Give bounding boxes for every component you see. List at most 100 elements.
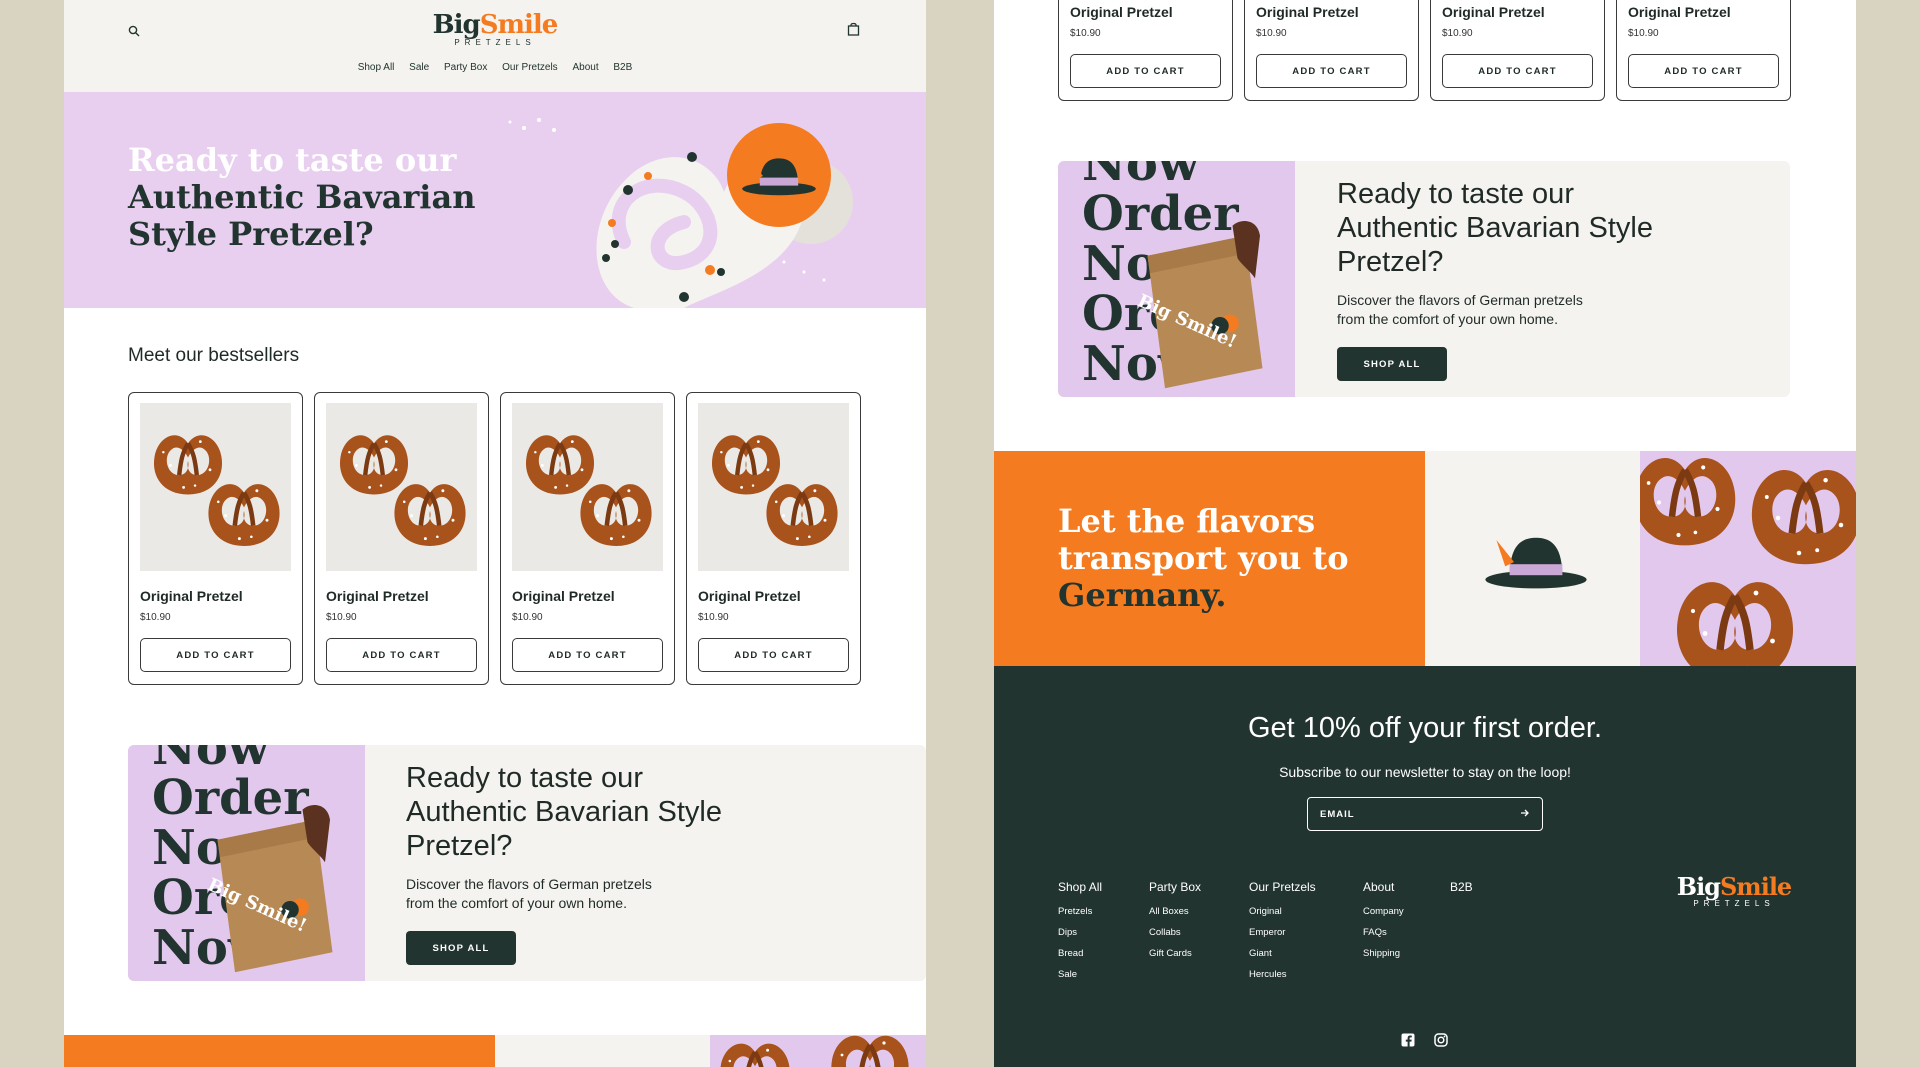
footer-link[interactable]: Gift Cards	[1149, 948, 1201, 959]
add-to-cart-button[interactable]: ADD TO CART	[1628, 54, 1779, 88]
footer-link[interactable]: Sale	[1058, 969, 1102, 980]
product-price: $10.90	[698, 612, 729, 623]
product-name[interactable]: Original Pretzel	[698, 588, 801, 604]
footer-link[interactable]: Shipping	[1363, 948, 1404, 959]
add-to-cart-button[interactable]: ADD TO CART	[140, 638, 291, 672]
promo-banner: Now Order Now Order Now Big Smile! Ready…	[128, 745, 926, 981]
flavors-line: Germany.	[1058, 576, 1227, 614]
footer-link[interactable]: Pretzels	[1058, 906, 1102, 917]
product-price: $10.90	[1628, 28, 1659, 39]
hat-block	[1425, 451, 1640, 666]
product-image[interactable]	[326, 403, 477, 571]
promo-image: Now Order Now Order Now Big Smile!	[1058, 161, 1295, 397]
email-input[interactable]: EMAIL	[1307, 797, 1543, 831]
flavors-strip-cream	[495, 1035, 710, 1067]
page-mockup-left: BigSmile PRETZELS Shop All Sale Party Bo…	[64, 0, 926, 1067]
promo-title-line: Ready to taste our	[406, 762, 643, 794]
product-image[interactable]	[698, 403, 849, 571]
product-card[interactable]: Original Pretzel $10.90 ADD TO CART	[1430, 0, 1605, 101]
shop-all-button[interactable]: SHOP ALL	[1337, 347, 1447, 381]
product-name[interactable]: Original Pretzel	[1628, 4, 1731, 20]
footer-col-title[interactable]: B2B	[1450, 880, 1473, 894]
add-to-cart-button[interactable]: ADD TO CART	[1442, 54, 1593, 88]
footer-link[interactable]: FAQs	[1363, 927, 1404, 938]
footer-link[interactable]: Bread	[1058, 948, 1102, 959]
promo-title: Ready to taste our Authentic Bavarian St…	[406, 761, 722, 863]
product-card[interactable]: Original Pretzel $10.90 ADD TO CART	[314, 392, 489, 685]
product-card[interactable]: Original Pretzel $10.90 ADD TO CART	[686, 392, 861, 685]
promo-description: Discover the flavors of German pretzels …	[1337, 291, 1583, 329]
footer-col-title[interactable]: Shop All	[1058, 880, 1102, 894]
promo-desc-line: from the comfort of your own home.	[406, 895, 627, 911]
product-price: $10.90	[140, 612, 171, 623]
bestsellers-title: Meet our bestsellers	[128, 345, 300, 366]
footer-link[interactable]: Dips	[1058, 927, 1102, 938]
product-name[interactable]: Original Pretzel	[1256, 4, 1359, 20]
promo-bg-word: Now	[1082, 161, 1200, 192]
product-name[interactable]: Original Pretzel	[140, 588, 243, 604]
shop-all-button[interactable]: SHOP ALL	[406, 931, 516, 965]
footer-col-title[interactable]: About	[1363, 880, 1404, 894]
pretzel-photo	[1640, 451, 1856, 666]
promo-title: Ready to taste our Authentic Bavarian St…	[1337, 177, 1653, 279]
product-card[interactable]: Original Pretzel $10.90 ADD TO CART	[1058, 0, 1233, 101]
footer-link[interactable]: All Boxes	[1149, 906, 1201, 917]
product-card[interactable]: Original Pretzel $10.90 ADD TO CART	[128, 392, 303, 685]
nav-party-box[interactable]: Party Box	[444, 62, 487, 73]
nav-b2b[interactable]: B2B	[613, 62, 632, 73]
product-image[interactable]	[140, 403, 291, 571]
promo-title-line: Authentic Bavarian Style	[406, 796, 722, 828]
product-image[interactable]	[512, 403, 663, 571]
footer-link[interactable]: Giant	[1249, 948, 1316, 959]
nav-shop-all[interactable]: Shop All	[358, 62, 395, 73]
promo-desc-line: Discover the flavors of German pretzels	[406, 876, 652, 892]
hero-heading: Ready to taste our Authentic Bavarian St…	[128, 142, 475, 253]
flavors-strip-photo	[710, 1035, 926, 1067]
footer-link[interactable]: Emperor	[1249, 927, 1316, 938]
add-to-cart-button[interactable]: ADD TO CART	[1070, 54, 1221, 88]
email-label: EMAIL	[1320, 809, 1355, 820]
brand-big: Big	[432, 10, 481, 40]
promo-description: Discover the flavors of German pretzels …	[406, 875, 652, 913]
instagram-icon[interactable]	[1434, 1033, 1448, 1052]
footer-col-shop-all: Shop All Pretzels Dips Bread Sale	[1058, 880, 1102, 990]
product-price: $10.90	[1070, 28, 1101, 39]
add-to-cart-button[interactable]: ADD TO CART	[1256, 54, 1407, 88]
arrow-right-icon[interactable]	[1520, 808, 1530, 821]
product-name[interactable]: Original Pretzel	[1070, 4, 1173, 20]
footer-link[interactable]: Collabs	[1149, 927, 1201, 938]
flavors-line: transport you to	[1058, 539, 1349, 577]
search-icon[interactable]	[128, 24, 140, 42]
footer-link[interactable]: Original	[1249, 906, 1316, 917]
product-card[interactable]: Original Pretzel $10.90 ADD TO CART	[1616, 0, 1791, 101]
product-card[interactable]: Original Pretzel $10.90 ADD TO CART	[1244, 0, 1419, 101]
brand-sub: PRETZELS	[1693, 899, 1775, 908]
facebook-icon[interactable]	[1401, 1033, 1415, 1052]
flavors-block: Let the flavors transport you to Germany…	[994, 451, 1425, 666]
product-price: $10.90	[326, 612, 357, 623]
product-name[interactable]: Original Pretzel	[326, 588, 429, 604]
brand-logo[interactable]: BigSmile PRETZELS	[430, 10, 560, 47]
product-name[interactable]: Original Pretzel	[512, 588, 615, 604]
add-to-cart-button[interactable]: ADD TO CART	[512, 638, 663, 672]
nav-our-pretzels[interactable]: Our Pretzels	[502, 62, 558, 73]
footer-col-title[interactable]: Party Box	[1149, 880, 1201, 894]
flavors-heading: Let the flavors transport you to Germany…	[1058, 503, 1349, 614]
hero-line-3: Style Pretzel?	[128, 215, 374, 253]
product-card[interactable]: Original Pretzel $10.90 ADD TO CART	[500, 392, 675, 685]
product-name[interactable]: Original Pretzel	[1442, 4, 1545, 20]
footer-col-about: About Company FAQs Shipping	[1363, 880, 1404, 969]
product-price: $10.90	[1256, 28, 1287, 39]
promo-title-line: Authentic Bavarian Style	[1337, 212, 1653, 244]
nav-about[interactable]: About	[572, 62, 598, 73]
footer-logo[interactable]: BigSmile PRETZELS	[1676, 872, 1792, 908]
add-to-cart-button[interactable]: ADD TO CART	[326, 638, 477, 672]
footer-link[interactable]: Company	[1363, 906, 1404, 917]
footer-link[interactable]: Hercules	[1249, 969, 1316, 980]
nav-sale[interactable]: Sale	[409, 62, 429, 73]
newsletter-heading: Get 10% off your first order.	[1247, 712, 1603, 744]
shopping-bag-icon[interactable]	[847, 22, 860, 41]
footer-col-title[interactable]: Our Pretzels	[1249, 880, 1316, 894]
flavors-strip-orange	[64, 1035, 495, 1067]
add-to-cart-button[interactable]: ADD TO CART	[698, 638, 849, 672]
